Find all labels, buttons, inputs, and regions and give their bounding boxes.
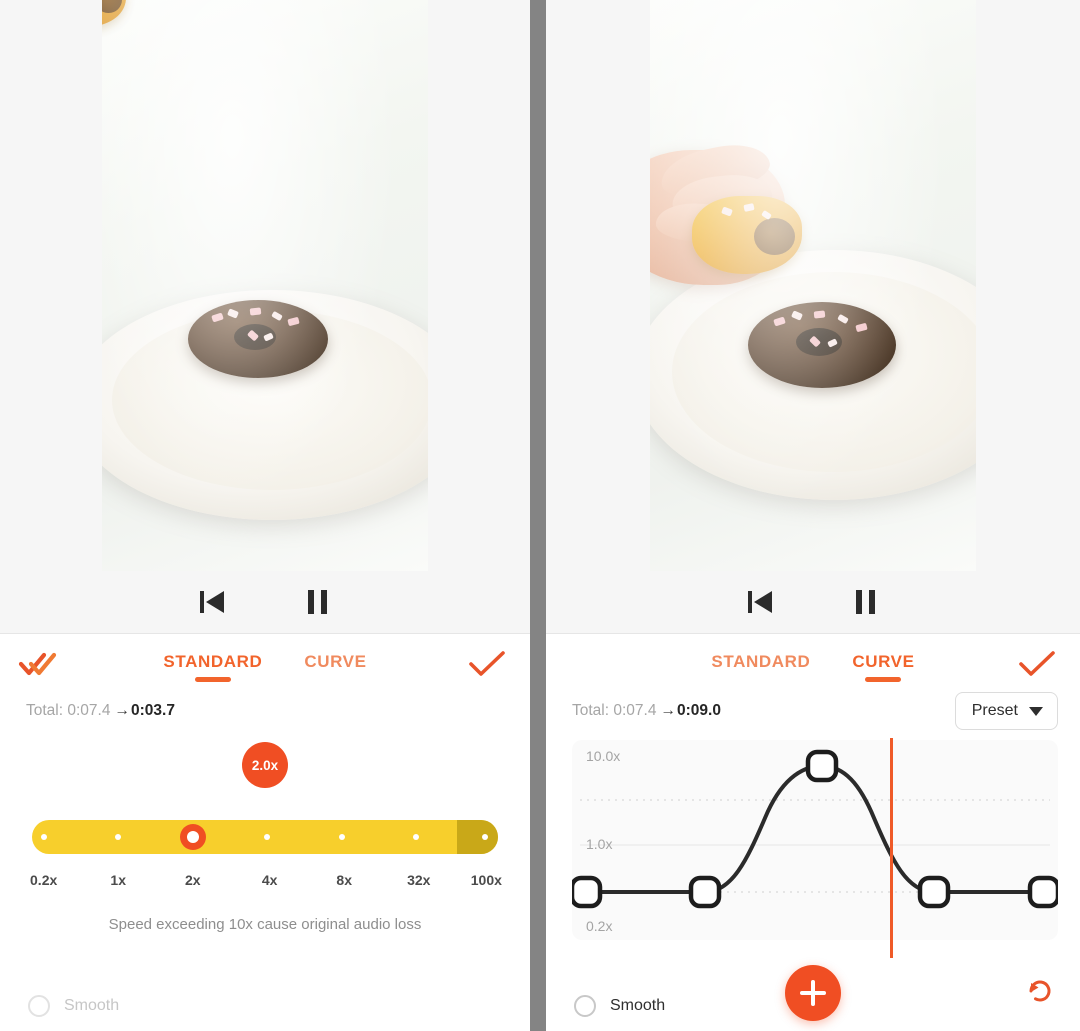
curve-node <box>1027 875 1058 909</box>
preset-label: Preset <box>971 702 1018 719</box>
total-original: 0:07.4 <box>613 702 657 719</box>
plus-icon-vertical <box>811 980 815 1006</box>
right-video-preview <box>546 0 1080 633</box>
tab-curve[interactable]: CURVE <box>846 648 920 682</box>
left-sheet-header: STANDARD CURVE <box>0 634 530 696</box>
tab-active-underline <box>194 677 231 682</box>
curve-node <box>688 875 722 909</box>
smooth-radio-icon[interactable] <box>574 995 596 1017</box>
right-sheet-header: STANDARD CURVE <box>546 634 1080 696</box>
slider-tick-dot <box>338 834 345 840</box>
preset-dropdown[interactable]: Preset <box>954 692 1058 730</box>
slider-tick-dot <box>40 834 47 840</box>
total-arrow: → <box>114 702 130 719</box>
curve-node <box>805 749 839 783</box>
pause-button[interactable] <box>294 579 340 625</box>
curve-node <box>917 875 951 909</box>
check-icon <box>1019 651 1055 676</box>
slider-tick-label: 100x <box>470 872 502 888</box>
smooth-label: Smooth <box>64 997 120 1014</box>
right-tab-bar: STANDARD CURVE <box>546 648 1080 682</box>
pause-icon <box>307 590 327 614</box>
right-editor-sheet: STANDARD CURVE Total: 0:07.4 →0:09.0 Pre… <box>546 633 1080 1031</box>
left-editor-sheet: STANDARD CURVE Total: 0:07.4 →0:03.7 2.0… <box>0 633 530 1031</box>
speed-editor-screenshot: STANDARD CURVE Total: 0:07.4 →0:03.7 2.0… <box>0 0 1080 1031</box>
slider-tick-label: 32x <box>407 872 431 888</box>
slider-tick-dot <box>115 834 122 840</box>
tab-curve-label: CURVE <box>304 652 367 671</box>
left-total-duration: Total: 0:07.4 →0:03.7 <box>26 702 175 720</box>
right-total-duration: Total: 0:07.4 →0:09.0 <box>572 702 721 720</box>
slider-tick-dot <box>264 834 271 840</box>
right-transport-controls <box>546 571 1080 633</box>
smooth-radio-icon[interactable] <box>28 995 50 1017</box>
right-panel-curve-speed: STANDARD CURVE Total: 0:07.4 →0:09.0 Pre… <box>546 0 1080 1031</box>
slider-tick-dot <box>413 834 420 840</box>
total-arrow: → <box>660 702 676 719</box>
tab-curve-label: CURVE <box>852 652 915 671</box>
skip-to-start-button[interactable] <box>738 579 784 625</box>
curve-node <box>572 875 603 909</box>
speed-curve-graph[interactable]: 10.0x 1.0x 0.2x <box>572 738 1058 958</box>
pause-icon <box>855 590 875 614</box>
smooth-toggle-left[interactable]: Smooth <box>28 995 119 1017</box>
skip-to-start-icon <box>747 589 775 615</box>
pause-button[interactable] <box>842 579 888 625</box>
left-video-frame[interactable] <box>102 0 428 571</box>
tab-curve[interactable]: CURVE <box>298 648 372 682</box>
left-panel-standard-speed: STANDARD CURVE Total: 0:07.4 →0:03.7 2.0… <box>0 0 530 1031</box>
left-transport-controls <box>0 571 530 633</box>
left-video-scene <box>102 0 428 571</box>
total-result: 0:09.0 <box>676 702 721 719</box>
slider-tick-label: 0.2x <box>30 872 58 888</box>
tab-standard-label: STANDARD <box>163 652 263 671</box>
add-keyframe-button[interactable] <box>785 965 841 1021</box>
speed-slider-tail-segment <box>457 820 498 854</box>
skip-to-start-icon <box>199 589 227 615</box>
reset-undo-icon <box>1029 980 1051 1002</box>
tab-standard[interactable]: STANDARD <box>157 648 268 682</box>
total-original: 0:07.4 <box>67 702 111 719</box>
check-icon <box>469 651 505 676</box>
right-video-frame[interactable] <box>650 0 976 571</box>
total-prefix: Total: <box>572 702 610 719</box>
speed-slider-thumb[interactable] <box>179 824 206 850</box>
panel-divider <box>530 0 546 1031</box>
chevron-down-icon <box>1029 706 1043 716</box>
slider-tick-label: 4x <box>261 872 278 888</box>
slider-tick-label: 2x <box>184 872 201 888</box>
left-video-preview <box>0 0 530 633</box>
speed-slider[interactable] <box>32 820 498 854</box>
left-tab-bar: STANDARD CURVE <box>0 648 530 682</box>
tab-standard[interactable]: STANDARD <box>705 648 816 682</box>
total-result: 0:03.7 <box>130 702 175 719</box>
slider-tick-label: 8x <box>336 872 353 888</box>
reset-curve-button[interactable] <box>1022 973 1058 1009</box>
smooth-label: Smooth <box>610 997 666 1014</box>
speed-slider-tick-labels: 0.2x 1x 2x 4x 8x 32x 100x <box>30 872 502 892</box>
curve-node-layer <box>572 749 1058 909</box>
right-video-scene <box>650 0 976 571</box>
speed-value-bubble: 2.0x <box>242 742 288 788</box>
total-prefix: Total: <box>26 702 64 719</box>
tab-active-underline <box>865 677 902 682</box>
confirm-button[interactable] <box>1016 648 1058 680</box>
audio-loss-hint: Speed exceeding 10x cause original audio… <box>108 916 422 933</box>
tab-standard-label: STANDARD <box>711 652 811 671</box>
smooth-toggle-right[interactable]: Smooth <box>574 995 665 1017</box>
confirm-button[interactable] <box>466 648 508 680</box>
slider-tick-label: 1x <box>110 872 126 888</box>
skip-to-start-button[interactable] <box>190 579 236 625</box>
slider-tick-dot <box>482 834 489 840</box>
